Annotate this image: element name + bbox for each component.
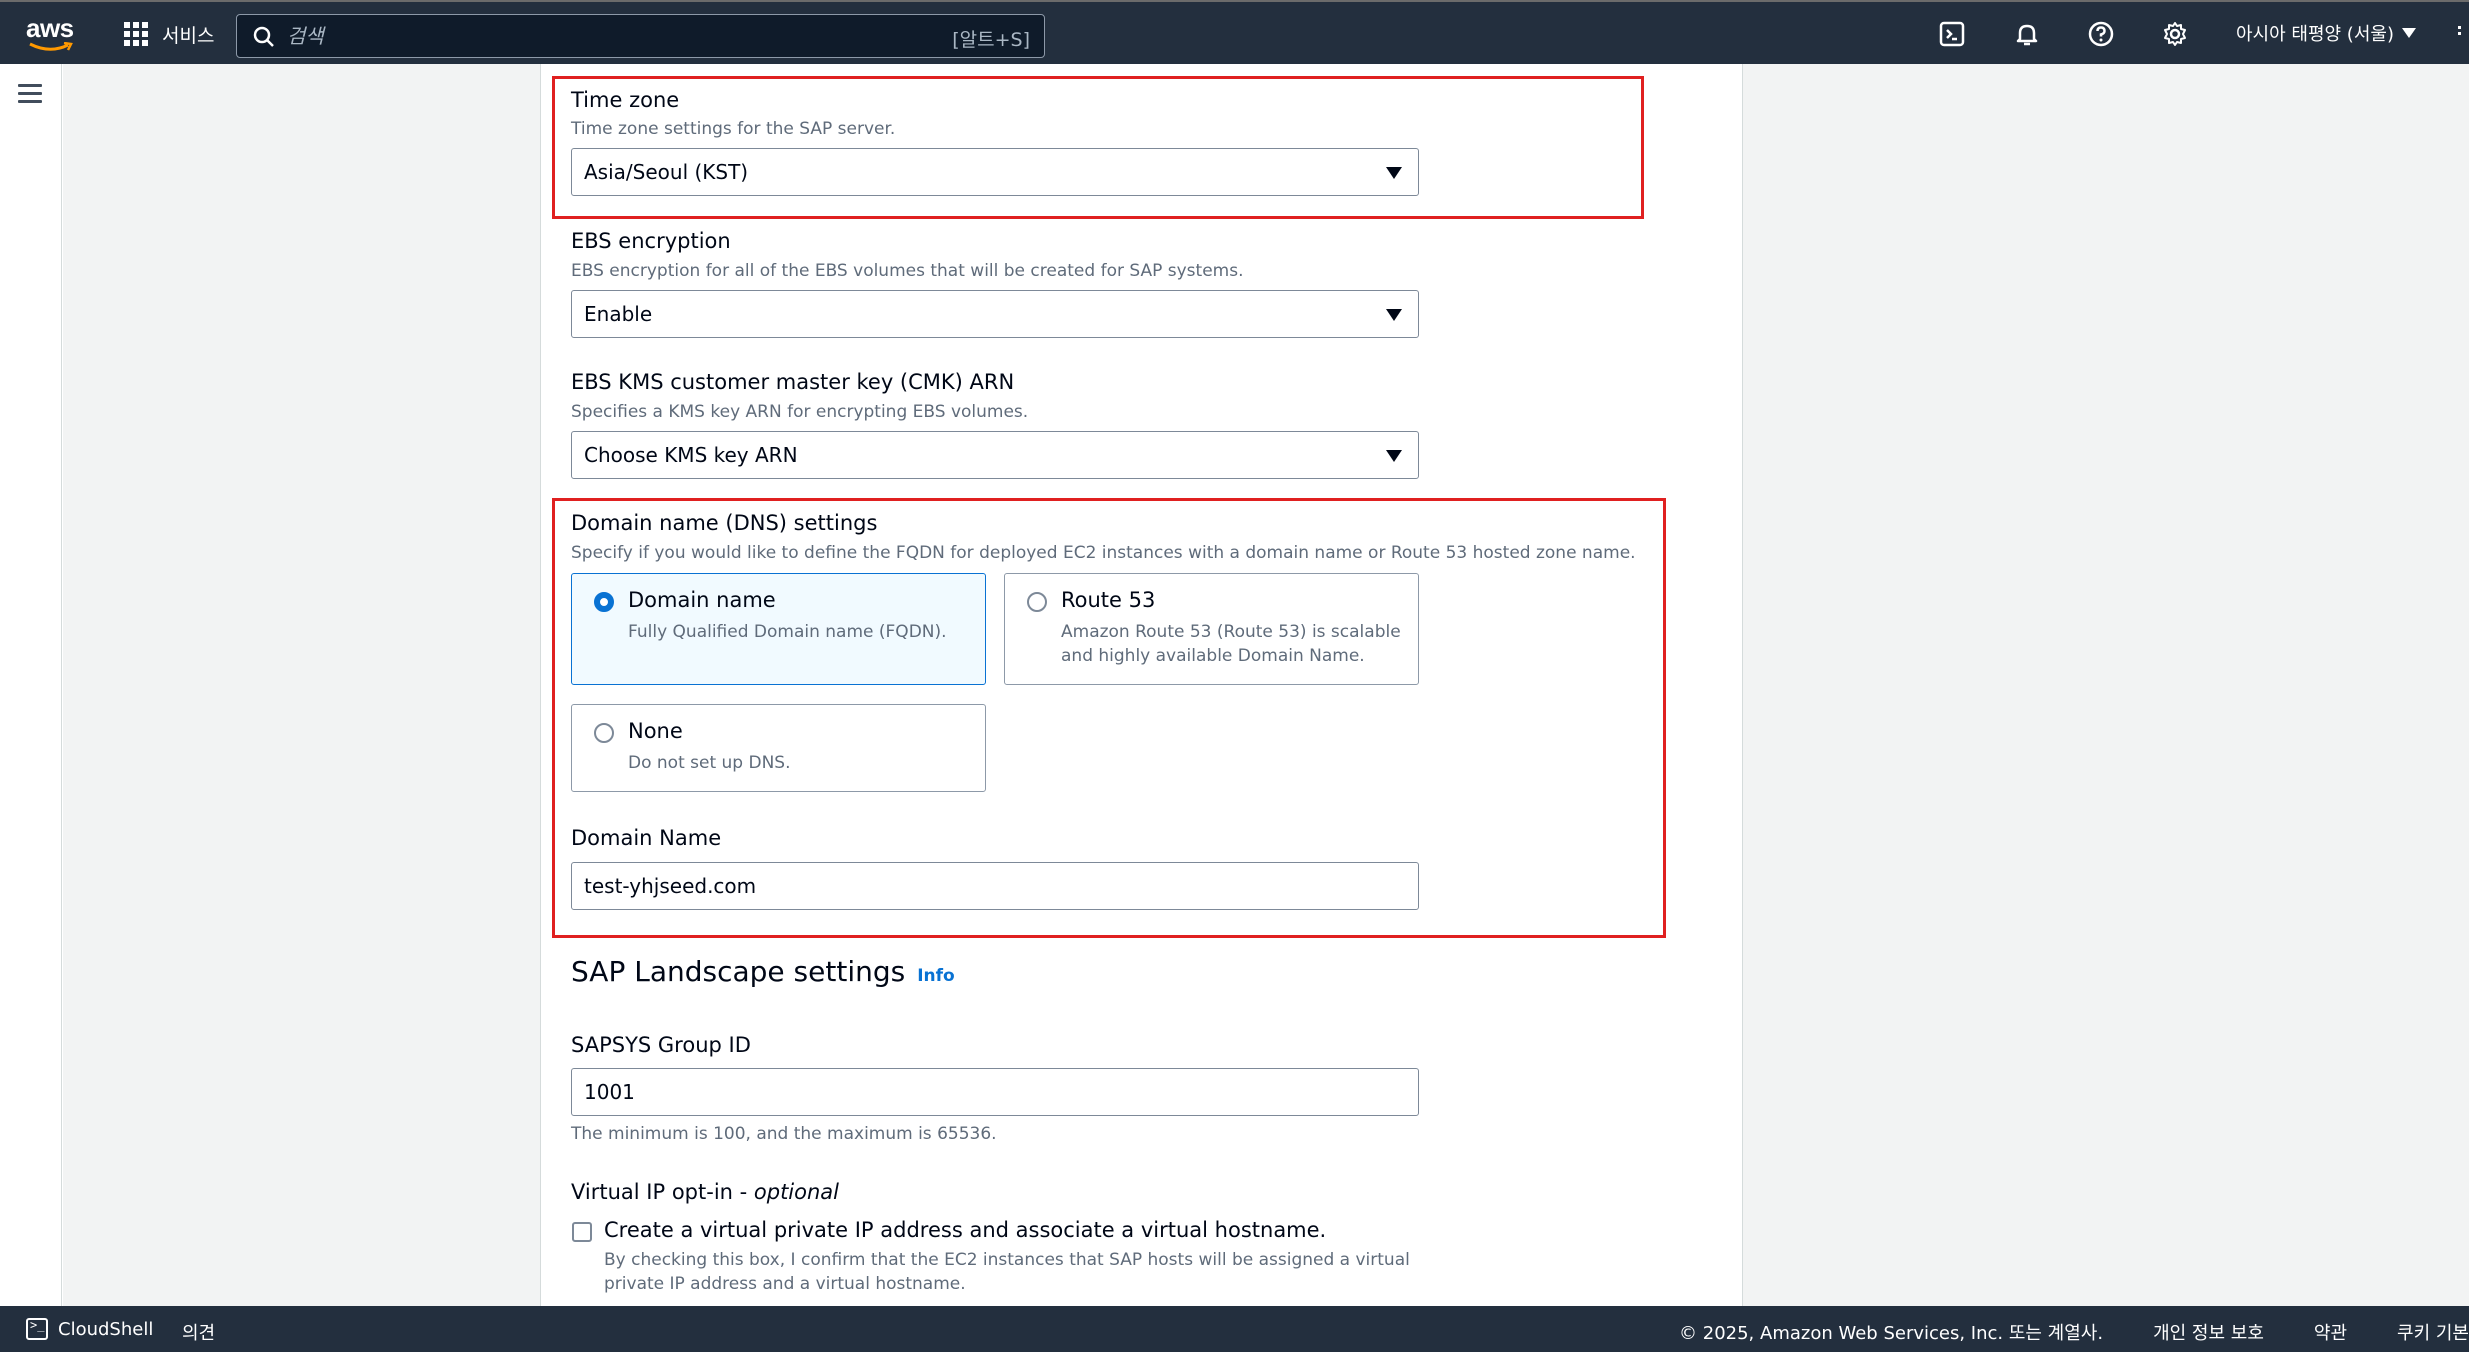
dns-option-description: Amazon Route 53 (Route 53) is scalable a… — [1061, 622, 1401, 666]
time-zone-value: Asia/Seoul (KST) — [584, 160, 749, 184]
virtual-ip-label-text: Virtual IP opt-in - — [571, 1180, 754, 1204]
cookie-preferences-link[interactable]: 쿠키 기본 — [2397, 1319, 2469, 1345]
aws-logo-text: aws — [26, 13, 74, 43]
ebs-encryption-label: EBS encryption — [571, 229, 731, 253]
cloudshell-icon — [26, 1318, 48, 1340]
page-background-right — [1742, 64, 2469, 1306]
virtual-ip-checkbox-label[interactable]: Create a virtual private IP address and … — [604, 1218, 1326, 1242]
feedback-link[interactable]: 의견 — [182, 1319, 215, 1345]
search-bar[interactable]: [알트+S] — [236, 14, 1045, 58]
info-link[interactable]: Info — [917, 966, 955, 986]
caret-down-icon — [1386, 309, 1402, 321]
services-menu-button[interactable]: 서비스 — [124, 18, 214, 50]
side-navigation-rail — [0, 64, 62, 1306]
time-zone-label: Time zone — [571, 88, 680, 112]
account-menu-edge-icon[interactable] — [2458, 26, 2462, 36]
kms-key-label: EBS KMS customer master key (CMK) ARN — [571, 370, 1015, 394]
footer-links: © 2025, Amazon Web Services, Inc. 또는 계열사… — [1679, 1319, 2469, 1345]
search-shortcut-hint: [알트+S] — [952, 29, 1030, 51]
time-zone-select[interactable]: Asia/Seoul (KST) — [571, 148, 1419, 196]
kms-key-description: Specifies a KMS key ARN for encrypting E… — [571, 402, 1029, 422]
caret-down-icon — [1386, 450, 1402, 462]
cloudshell-button[interactable]: CloudShell — [26, 1318, 153, 1340]
top-navigation: aws 서비스 [알트+S] 아시아 태평양 (서울) — [0, 0, 2469, 64]
sapsys-group-input[interactable] — [571, 1068, 1419, 1116]
footer: CloudShell 의견 © 2025, Amazon Web Service… — [0, 1306, 2469, 1352]
landscape-heading: SAP Landscape settings Info — [571, 955, 955, 988]
landscape-heading-text: SAP Landscape settings — [571, 955, 906, 988]
virtual-ip-checkbox-description: By checking this box, I confirm that the… — [604, 1250, 1410, 1270]
menu-icon[interactable] — [18, 84, 42, 104]
search-icon — [253, 26, 274, 47]
caret-down-icon — [2401, 28, 2416, 38]
cloudshell-icon[interactable] — [1936, 18, 1968, 50]
dns-option-domain-name[interactable]: Domain name Fully Qualified Domain name … — [571, 573, 986, 685]
dns-option-title: Route 53 — [1061, 588, 1156, 612]
privacy-link[interactable]: 개인 정보 보호 — [2153, 1319, 2264, 1345]
dns-option-title: Domain name — [628, 588, 776, 612]
terms-link[interactable]: 약관 — [2314, 1319, 2347, 1345]
ebs-encryption-select[interactable]: Enable — [571, 290, 1419, 338]
grid-icon — [124, 22, 148, 46]
virtual-ip-checkbox-description: private IP address and a virtual hostnam… — [604, 1274, 966, 1294]
settings-icon[interactable] — [2159, 18, 2191, 50]
radio-selected-icon — [594, 592, 614, 612]
help-icon[interactable] — [2085, 18, 2117, 50]
virtual-ip-label: Virtual IP opt-in - optional — [571, 1180, 839, 1204]
time-zone-description: Time zone settings for the SAP server. — [571, 119, 896, 139]
dns-option-route53[interactable]: Route 53 Amazon Route 53 (Route 53) is s… — [1004, 573, 1419, 685]
bell-icon[interactable] — [2011, 18, 2043, 50]
dns-option-description: Fully Qualified Domain name (FQDN). — [628, 622, 947, 642]
region-selector[interactable]: 아시아 태평양 (서울) — [2236, 20, 2416, 46]
aws-smile-icon — [29, 42, 73, 51]
virtual-ip-checkbox[interactable] — [572, 1222, 592, 1242]
ebs-encryption-description: EBS encryption for all of the EBS volume… — [571, 261, 1244, 281]
sapsys-group-hint: The minimum is 100, and the maximum is 6… — [571, 1124, 997, 1144]
dns-settings-label: Domain name (DNS) settings — [571, 511, 878, 535]
dns-option-title: None — [628, 719, 683, 743]
dns-option-none[interactable]: None Do not set up DNS. — [571, 704, 986, 792]
radio-unselected-icon — [1027, 592, 1047, 612]
region-label: 아시아 태평양 (서울) — [2236, 24, 2394, 45]
dns-settings-description: Specify if you would like to define the … — [571, 543, 1636, 563]
domain-name-input[interactable] — [571, 862, 1419, 910]
aws-logo[interactable]: aws — [26, 13, 78, 52]
kms-key-value: Choose KMS key ARN — [584, 443, 798, 467]
kms-key-select[interactable]: Choose KMS key ARN — [571, 431, 1419, 479]
ebs-encryption-value: Enable — [584, 302, 653, 326]
page-background-left — [63, 64, 540, 1306]
radio-unselected-icon — [594, 723, 614, 743]
optional-label: optional — [753, 1180, 839, 1204]
sapsys-group-label: SAPSYS Group ID — [571, 1033, 751, 1057]
cloudshell-label: CloudShell — [58, 1318, 154, 1340]
search-input[interactable] — [287, 21, 847, 51]
dns-option-description: Do not set up DNS. — [628, 753, 791, 773]
caret-down-icon — [1386, 167, 1402, 179]
services-label: 서비스 — [162, 24, 215, 47]
domain-name-label: Domain Name — [571, 826, 722, 850]
copyright-text: © 2025, Amazon Web Services, Inc. 또는 계열사… — [1679, 1323, 2104, 1344]
